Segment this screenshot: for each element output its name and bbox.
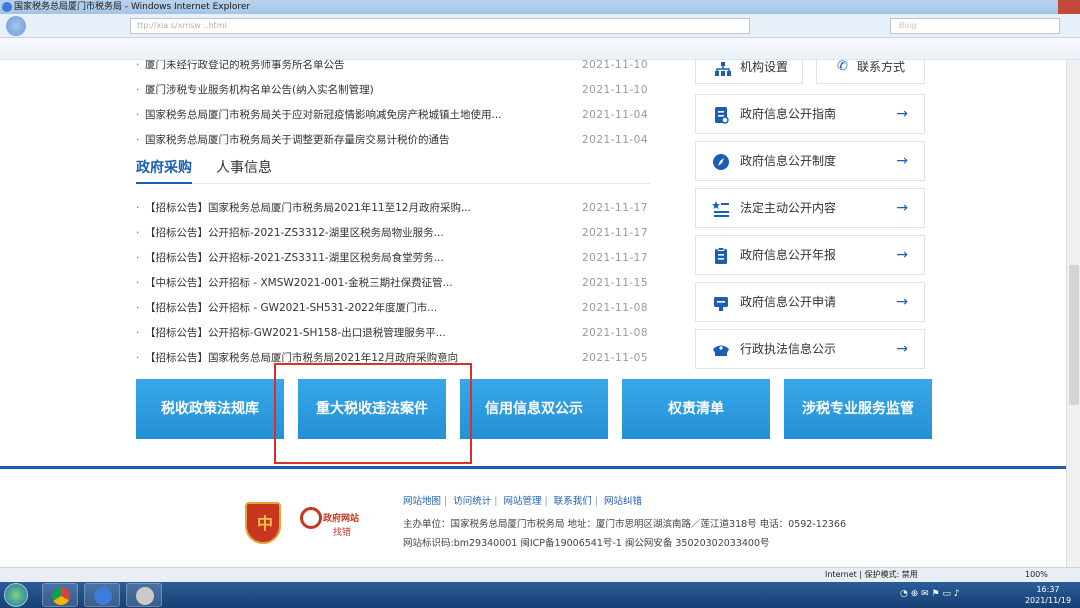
start-button[interactable] (4, 583, 28, 607)
clock-time: 16:37 (1036, 585, 1060, 594)
taskbar: ◔ ⊕ ✉ ⚑ ▭ ♪ 16:37 2021/11/19 (0, 582, 1080, 608)
list-item[interactable]: · 【招标公告】公开招标-2021-ZS3312-湖里区税务局物业服务... 2… (136, 221, 648, 246)
taskbar-app-ie[interactable] (84, 583, 120, 607)
sidebar-item-label: 政府信息公开年报 (740, 248, 837, 262)
sidebar-item-label: 政府信息公开申请 (740, 295, 837, 309)
list-item[interactable]: · 厦门未经行政登记的税务师事务所名单公告 2021-11-10 (136, 60, 648, 78)
search-magnifier-logo (300, 507, 322, 529)
arrow-right-icon: → (896, 294, 908, 310)
list-item[interactable]: · 国家税务总局厦门市税务局关于调整更新存量房交易计税价的通告 2021-11-… (136, 128, 648, 153)
sidebar-item-annual-report[interactable]: 政府信息公开年报 → (695, 235, 925, 275)
footer-link-stats[interactable]: 访问统计 (453, 496, 491, 507)
footer-links: 网站地图 | 访问统计 | 网站管理 | 联系我们 | 网站纠错 (403, 496, 643, 507)
sidebar-item-label: 政府信息公开指南 (740, 107, 837, 121)
zoom-level[interactable]: 100% (1025, 568, 1048, 582)
arrow-right-icon: → (896, 106, 908, 122)
banner-tax-policy[interactable]: 税收政策法规库 (136, 379, 284, 439)
footer-registration: 网站标识码:bm29340001 闽ICP备19006541号-1 闽公网安备 … (403, 538, 770, 549)
taskbar-app-chrome[interactable] (42, 583, 78, 607)
phone-icon: ✆ (837, 60, 848, 74)
police-cap-icon (713, 345, 729, 356)
chrome-icon (52, 587, 70, 605)
blurred-overlay (0, 14, 1080, 60)
clipboard-icon (715, 247, 727, 264)
contact-label: 联系方式 (857, 60, 906, 74)
star-list-icon (712, 201, 729, 217)
app-icon (136, 587, 154, 605)
procurement-list: · 【招标公告】国家税务总局厦门市税务局2021年11至12月政府采购... 2… (136, 196, 648, 371)
contact-button[interactable]: ✆ 联系方式 (816, 60, 925, 84)
system-tray[interactable]: ◔ ⊕ ✉ ⚑ ▭ ♪ (900, 589, 1010, 601)
sidebar-item-system[interactable]: 政府信息公开制度 → (695, 141, 925, 181)
list-item[interactable]: · 国家税务总局厦门市税务局关于应对新冠疫情影响减免房产税城镇土地使用... 2… (136, 103, 648, 128)
highlight-annotation (274, 363, 472, 464)
footer-link-report-error[interactable]: 网站纠错 (604, 496, 642, 507)
list-item[interactable]: · 【招标公告】公开招标-GW2021-SH158-出口退税管理服务平... 2… (136, 321, 648, 346)
arrow-right-icon: → (896, 247, 908, 263)
document-icon (715, 107, 729, 124)
compass-icon (713, 154, 729, 170)
ie-icon (2, 2, 12, 12)
arrow-right-icon: → (896, 153, 908, 169)
list-item[interactable]: · 【招标公告】公开招标 - GW2021-SH531-2022年度厦门市...… (136, 296, 648, 321)
arrow-right-icon: → (896, 200, 908, 216)
system-clock[interactable]: 16:37 2021/11/19 (1020, 584, 1076, 606)
sidebar-item-enforcement[interactable]: 行政执法信息公示 → (695, 329, 925, 369)
sidebar-item-label: 法定主动公开内容 (740, 201, 837, 215)
tab-personnel[interactable]: 人事信息 (216, 156, 272, 184)
sidebar-item-application[interactable]: 政府信息公开申请 → (695, 282, 925, 322)
banner-credit-info[interactable]: 信用信息双公示 (460, 379, 608, 439)
list-item[interactable]: · 【招标公告】公开招标-2021-ZS3311-湖里区税务局食堂劳务... 2… (136, 246, 648, 271)
page-viewport: · 厦门未经行政登记的税务师事务所名单公告 2021-11-10 · 厦门涉税专… (0, 60, 1066, 583)
banner-responsibility-list[interactable]: 权责清单 (622, 379, 770, 439)
list-item[interactable]: · 厦门涉税专业服务机构名单公告(纳入实名制管理) 2021-11-10 (136, 78, 648, 103)
footer: 中 政府网站 找错 网站地图 | 访问统计 | 网站管理 | 联系我们 | 网站纠错 主… (0, 469, 1066, 583)
form-icon (714, 297, 728, 311)
minimize-button[interactable] (1010, 0, 1032, 14)
taskbar-app-other[interactable] (126, 583, 162, 607)
find-error-label[interactable]: 找错 (333, 525, 351, 538)
party-emblem-logo: 中 (245, 502, 281, 544)
footer-link-contact[interactable]: 联系我们 (554, 496, 592, 507)
maximize-button[interactable] (1034, 0, 1056, 14)
list-item[interactable]: · 【招标公告】国家税务总局厦门市税务局2021年11至12月政府采购... 2… (136, 196, 648, 221)
window-title: 国家税务总局厦门市税务局 - Windows Internet Explorer (14, 2, 251, 12)
arrow-right-icon: → (896, 341, 908, 357)
vertical-scrollbar[interactable] (1066, 60, 1080, 583)
sidebar-item-label: 政府信息公开制度 (740, 154, 837, 168)
window-title-bar: 国家税务总局厦门市税务局 - Windows Internet Explorer (0, 0, 1080, 14)
status-bar: Internet | 保护模式: 禁用 100% (0, 567, 1080, 582)
sidebar-item-statutory[interactable]: 法定主动公开内容 → (695, 188, 925, 228)
footer-host-info: 主办单位：国家税务总局厦门市税务局 地址：厦门市思明区湖滨南路／莲江道318号 … (403, 519, 846, 530)
sidebar-item-guide[interactable]: 政府信息公开指南 → (695, 94, 925, 134)
footer-link-sitemap[interactable]: 网站地图 (403, 496, 441, 507)
security-zone[interactable]: Internet | 保护模式: 禁用 (825, 568, 918, 582)
tab-procurement[interactable]: 政府采购 (136, 156, 192, 184)
org-chart-icon (715, 62, 731, 76)
ie-icon (94, 587, 112, 605)
news-list: · 厦门未经行政登记的税务师事务所名单公告 2021-11-10 · 厦门涉税专… (136, 60, 648, 153)
banner-professional-supervision[interactable]: 涉税专业服务监管 (784, 379, 932, 439)
gov-site-label[interactable]: 政府网站 (323, 511, 359, 524)
clock-date: 2021/11/19 (1024, 596, 1072, 605)
sidebar-item-label: 行政执法信息公示 (740, 342, 837, 356)
section-tabs: 政府采购 人事信息 (136, 156, 650, 184)
close-button[interactable] (1058, 0, 1080, 14)
org-structure-label: 机构设置 (740, 60, 789, 74)
org-structure-button[interactable]: 机构设置 (695, 60, 803, 84)
list-item[interactable]: · 【中标公告】公开招标 - XMSW2021-001-金税三期社保费征管...… (136, 271, 648, 296)
scroll-thumb[interactable] (1069, 265, 1079, 405)
footer-link-admin[interactable]: 网站管理 (504, 496, 542, 507)
